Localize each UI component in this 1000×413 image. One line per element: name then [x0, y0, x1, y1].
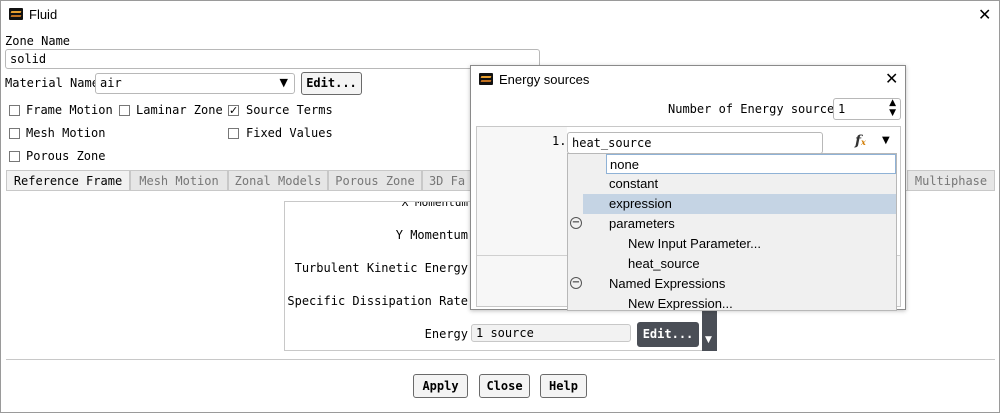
source-type-dropdown: none constant expression parameters − New Inp… — [567, 153, 897, 311]
dropdown-item-label: New Input Parameter... — [628, 236, 761, 251]
energy-edit-button[interactable]: Edit... — [637, 322, 699, 347]
tab-3d-fan[interactable]: 3D Fa — [422, 170, 472, 190]
zone-name-label: Zone Name — [5, 34, 71, 48]
dropdown-item[interactable]: none — [606, 154, 896, 174]
material-name-label: Material Name — [5, 76, 99, 90]
caret-down-icon[interactable]: ▼ — [882, 135, 890, 146]
energy-dialog-title: Energy sources — [499, 72, 590, 87]
spin-down-icon[interactable]: ▼ — [889, 108, 896, 118]
close-icon[interactable]: ✕ — [885, 71, 898, 87]
zone-name-input[interactable]: solid — [5, 49, 540, 69]
material-value: air — [100, 76, 122, 90]
apply-button[interactable]: Apply — [413, 374, 468, 398]
source-terms-label: Source Terms — [246, 103, 333, 117]
tab-reference-frame[interactable]: Reference Frame — [6, 170, 130, 190]
dropdown-item[interactable]: expression — [583, 194, 896, 214]
mesh-motion-label: Mesh Motion — [26, 126, 106, 140]
source-terms-checkbox[interactable]: ✓ — [228, 105, 239, 116]
bottom-divider — [6, 359, 995, 360]
y-momentum-label: Y Momentum — [395, 228, 468, 242]
close-button[interactable]: Close — [479, 374, 530, 398]
source-row-index: 1. — [552, 134, 567, 148]
energy-label: Energy — [424, 327, 468, 341]
dropdown-item[interactable]: New Input Parameter... — [568, 234, 896, 254]
window-title: Fluid — [29, 7, 58, 22]
dropdown-item-label: none — [610, 157, 639, 172]
tab-multiphase[interactable]: Multiphase — [907, 170, 995, 190]
laminar-zone-label: Laminar Zone — [136, 103, 223, 117]
ansys-logo-icon — [479, 73, 493, 85]
sdr-label: Specific Dissipation Rate — [287, 294, 468, 308]
tke-label: Turbulent Kinetic Energy — [294, 261, 468, 275]
dropdown-item-label: parameters — [609, 216, 675, 231]
function-icon[interactable]: fx — [855, 133, 866, 149]
energy-count-value: 1 — [838, 102, 846, 116]
source-expression-input[interactable]: heat_source — [567, 132, 823, 154]
caret-down-icon: ▼ — [705, 335, 712, 345]
spin-up-icon[interactable]: ▲ — [889, 98, 896, 108]
dropdown-item[interactable]: New Expression... — [568, 294, 896, 311]
dropdown-item-label: New Expression... — [628, 296, 733, 311]
energy-count-label: Number of Energy sources — [668, 102, 842, 116]
energy-count-stepper[interactable]: 1 ▲ ▼ — [833, 98, 901, 120]
collapse-icon[interactable]: − — [570, 217, 582, 229]
help-button[interactable]: Help — [540, 374, 587, 398]
dropdown-item-label: constant — [609, 176, 659, 191]
frame-motion-label: Frame Motion — [26, 103, 113, 117]
dropdown-item[interactable]: heat_source — [568, 254, 896, 274]
x-momentum-label: X Momentum — [401, 201, 468, 209]
ansys-logo-icon — [9, 8, 23, 20]
material-select[interactable]: air ▼ — [95, 73, 295, 94]
energy-source-count: 1 source — [471, 324, 631, 342]
dropdown-item-label: Named Expressions — [609, 276, 726, 291]
porous-zone-label: Porous Zone — [26, 149, 106, 163]
tab-zonal-models[interactable]: Zonal Models — [228, 170, 328, 190]
collapse-icon[interactable]: − — [570, 277, 582, 289]
dropdown-item[interactable]: constant — [568, 174, 896, 194]
dropdown-item: Named Expressions − — [568, 274, 896, 294]
laminar-zone-checkbox[interactable] — [119, 105, 130, 116]
caret-down-icon: ▼ — [279, 76, 288, 89]
material-edit-button[interactable]: Edit... — [301, 72, 362, 95]
dropdown-item-label: expression — [609, 196, 672, 211]
dropdown-item: parameters − — [568, 214, 896, 234]
panel-scrollbar[interactable]: ▼ — [702, 311, 717, 351]
fixed-values-label: Fixed Values — [246, 126, 333, 140]
tab-mesh-motion[interactable]: Mesh Motion — [130, 170, 228, 190]
dropdown-item-label: heat_source — [628, 256, 700, 271]
frame-motion-checkbox[interactable] — [9, 105, 20, 116]
tab-porous-zone[interactable]: Porous Zone — [328, 170, 422, 190]
mesh-motion-checkbox[interactable] — [9, 128, 20, 139]
porous-zone-checkbox[interactable] — [9, 151, 20, 162]
fixed-values-checkbox[interactable] — [228, 128, 239, 139]
close-icon[interactable]: ✕ — [978, 7, 991, 23]
